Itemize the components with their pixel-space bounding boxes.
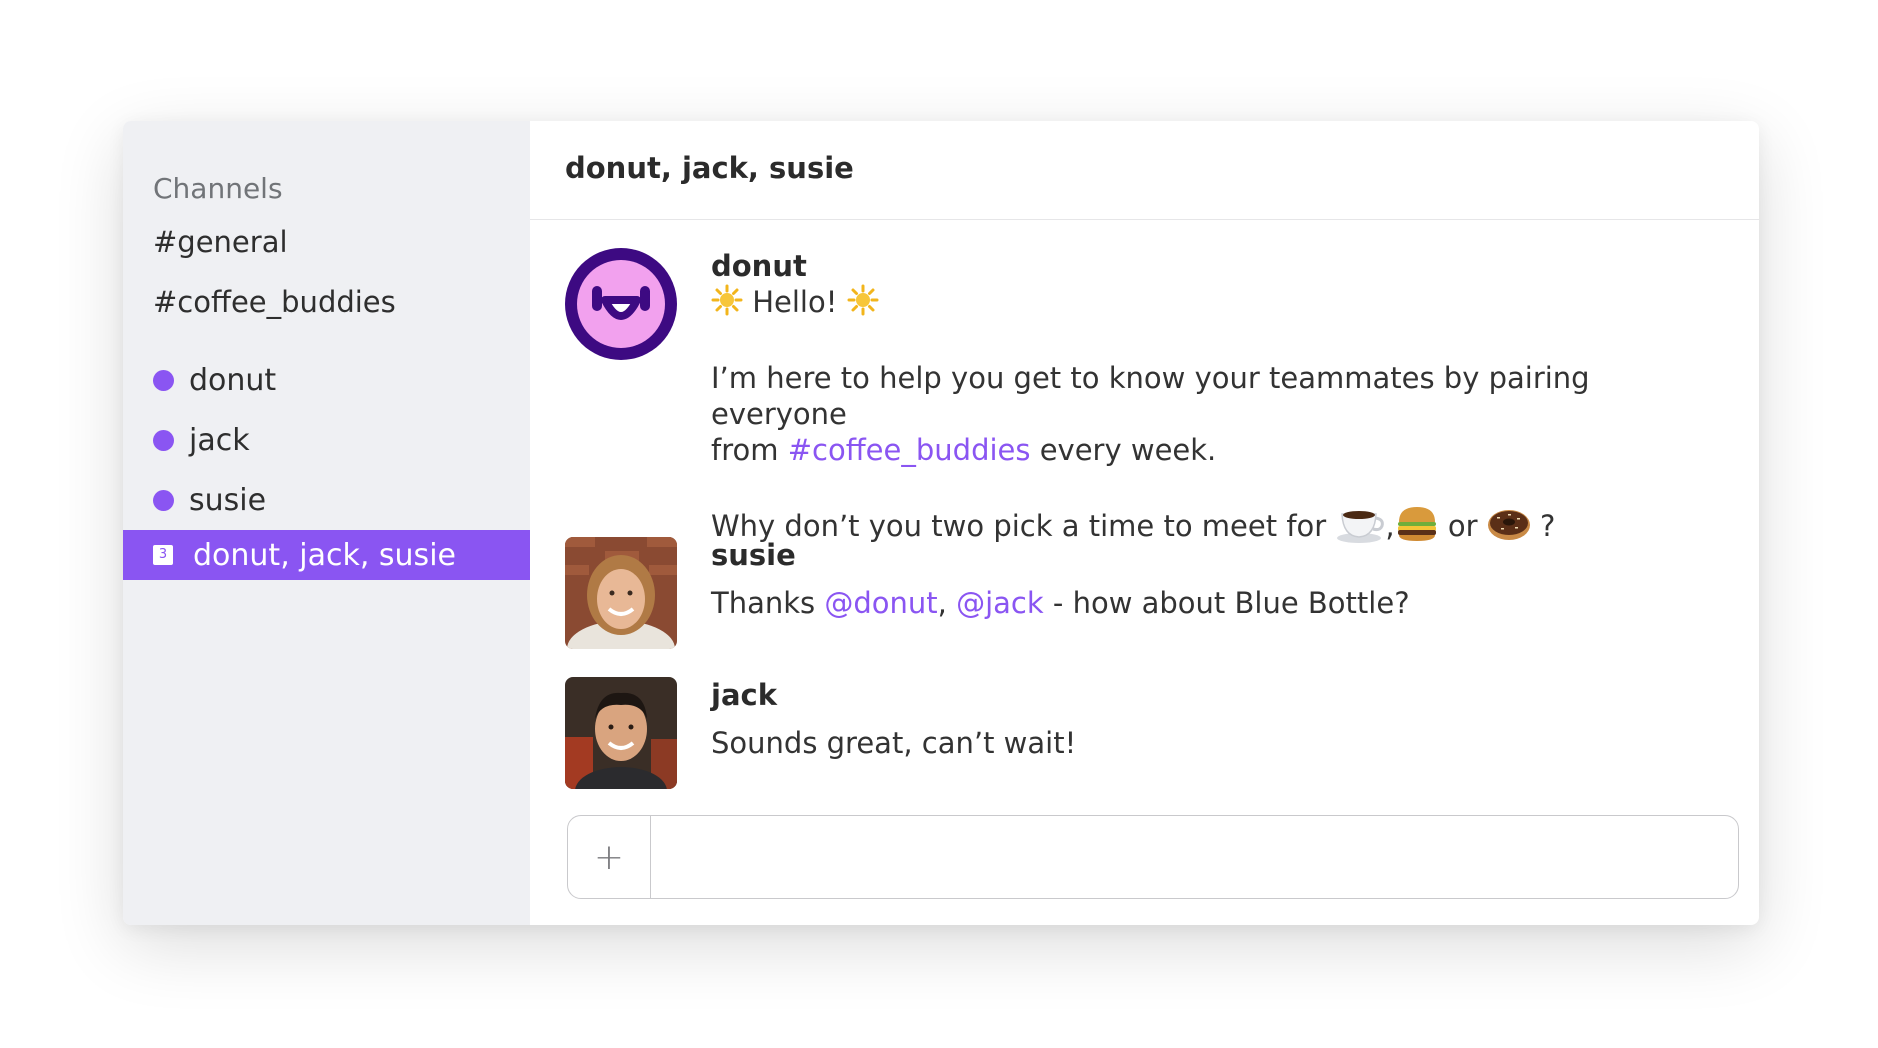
message-body: donut Hello! I’m here to help you get to… — [711, 248, 1729, 552]
sidebar-item-jack[interactable]: jack — [123, 410, 530, 470]
message-text: I’m here to help you get to know your te… — [711, 361, 1590, 431]
message-donut: donut Hello! I’m here to help you get to… — [565, 248, 1729, 552]
text-fragment: - how about Blue Bottle? — [1043, 586, 1410, 620]
message-text: Thanks @donut, @jack - how about Blue Bo… — [711, 585, 1729, 621]
presence-dot-icon — [153, 489, 174, 511]
message-composer: + — [567, 815, 1739, 899]
conversation-pane: donut, jack, susie donut Hello! I’m here… — [530, 121, 1759, 925]
sidebar-item-label: donut, jack, susie — [193, 537, 456, 573]
sun-icon — [711, 284, 743, 324]
add-attachment-button[interactable]: + — [568, 816, 651, 898]
sidebar-item-label: jack — [189, 422, 250, 458]
text-fragment: from — [711, 433, 788, 467]
presence-dot-icon — [153, 369, 174, 391]
text-fragment: every week. — [1030, 433, 1217, 467]
greeting-line: Hello! — [711, 284, 1729, 324]
channel-link-coffee-buddies[interactable]: #coffee_buddies — [788, 433, 1031, 467]
message-input[interactable] — [651, 816, 1738, 898]
message-body: jack Sounds great, can’t wait! — [711, 677, 1729, 789]
conversation-title: donut, jack, susie — [530, 121, 1759, 220]
sidebar-item-susie[interactable]: susie — [123, 470, 530, 530]
sidebar-item-coffee-buddies[interactable]: #coffee_buddies — [123, 272, 530, 332]
sidebar-item-group-dm[interactable]: 3 donut, jack, susie — [123, 530, 530, 580]
message-susie: susie Thanks @donut, @jack - how about B… — [565, 537, 1729, 649]
app-window: Channels #general #coffee_buddies donut … — [123, 121, 1759, 925]
presence-dot-icon — [153, 429, 174, 451]
susie-avatar — [565, 537, 677, 649]
message-sender: susie — [711, 538, 796, 572]
sidebar: Channels #general #coffee_buddies donut … — [123, 121, 530, 925]
sidebar-item-label: susie — [189, 482, 267, 518]
message-text: from #coffee_buddies every week. — [711, 432, 1729, 468]
member-count-badge: 3 — [153, 545, 173, 565]
sidebar-item-label: donut — [189, 362, 277, 398]
message-text: Sounds great, can’t wait! — [711, 726, 1077, 760]
mention-jack[interactable]: @jack — [956, 586, 1044, 620]
text-fragment: Thanks — [711, 586, 825, 620]
sidebar-item-general[interactable]: #general — [123, 212, 530, 272]
message-sender: jack — [711, 678, 777, 712]
donut-avatar — [565, 248, 677, 360]
sidebar-item-donut[interactable]: donut — [123, 350, 530, 410]
text-fragment: , — [937, 586, 957, 620]
channels-heading: Channels — [153, 172, 283, 205]
jack-avatar — [565, 677, 677, 789]
greeting-text: Hello! — [752, 285, 838, 319]
message-body: susie Thanks @donut, @jack - how about B… — [711, 537, 1729, 649]
sun-icon — [847, 284, 879, 324]
mention-donut[interactable]: @donut — [824, 586, 937, 620]
message-jack: jack Sounds great, can’t wait! — [565, 677, 1729, 789]
message-sender: donut — [711, 249, 807, 283]
